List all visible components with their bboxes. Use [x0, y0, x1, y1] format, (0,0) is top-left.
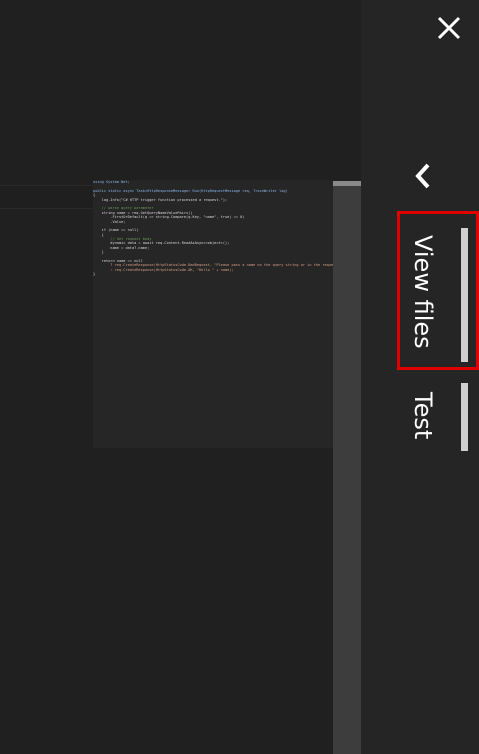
tab-view-files-label: View files [409, 235, 437, 349]
tab-test[interactable]: Test [405, 380, 475, 455]
close-icon [437, 16, 461, 40]
tab-test-indicator [461, 383, 468, 451]
code-line: } [93, 272, 96, 277]
tab-view-files[interactable]: View files [405, 225, 475, 365]
side-panel [361, 0, 479, 754]
file-list-strip [0, 185, 93, 209]
collapse-button[interactable] [408, 160, 438, 192]
chevron-left-icon [415, 163, 430, 189]
editor-scrollbar[interactable] [333, 181, 361, 754]
code-editor[interactable]: using System.Net; public static async Tas… [93, 180, 333, 448]
tab-view-files-indicator [461, 228, 468, 362]
tab-test-label: Test [409, 392, 437, 440]
close-button[interactable] [430, 10, 468, 46]
scrollbar-thumb[interactable] [333, 181, 361, 186]
